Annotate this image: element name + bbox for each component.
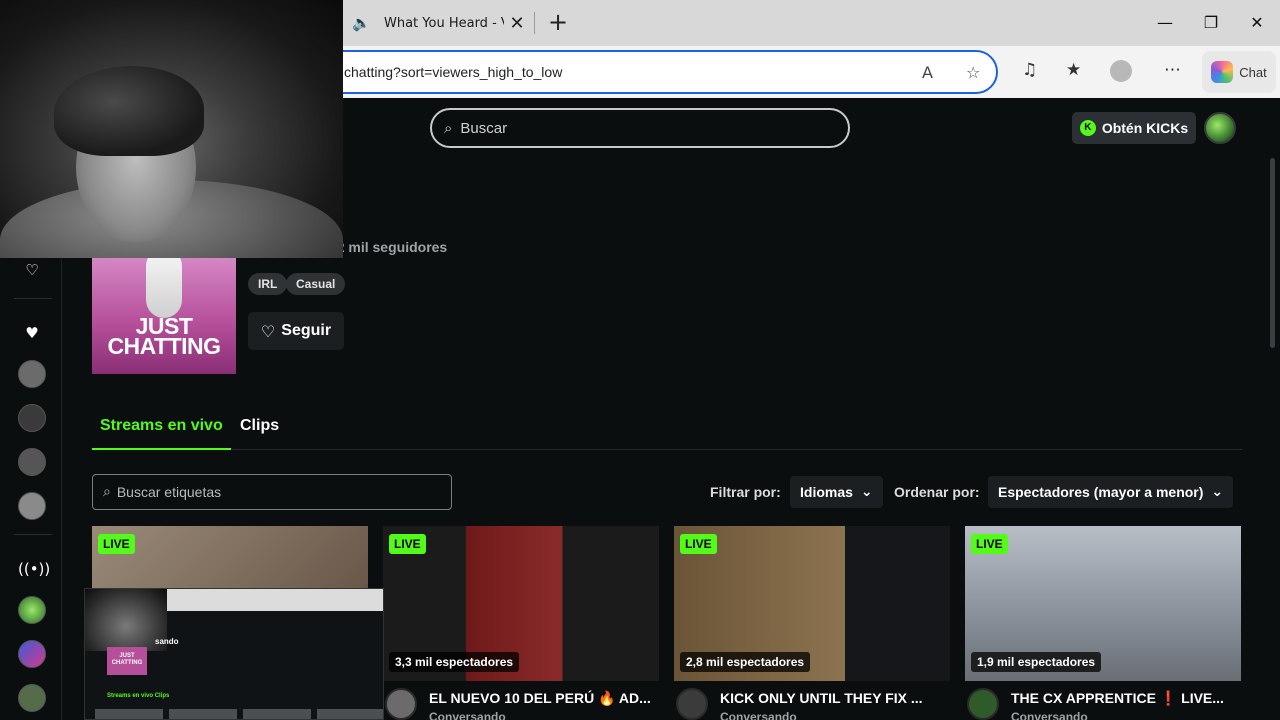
sidebar-channel-avatar[interactable] bbox=[18, 404, 46, 432]
tab-live-streams[interactable]: Streams en vivo bbox=[92, 416, 231, 450]
stream-card[interactable]: LIVE 1,9 mil espectadores THE CX APPRENT… bbox=[965, 526, 1241, 720]
viewer-count: 1,9 mil espectadores bbox=[971, 652, 1102, 672]
mini-category-title: sando bbox=[155, 637, 179, 646]
sort-value: Espectadores (mayor a menor) bbox=[998, 484, 1204, 500]
search-icon: ⌕ bbox=[444, 119, 453, 137]
webcam-overlay bbox=[0, 0, 343, 258]
sidebar-channel-avatar[interactable] bbox=[18, 448, 46, 476]
cover-text: JUST CHATTING bbox=[107, 313, 221, 359]
following-heart-icon[interactable]: ♡ bbox=[18, 256, 46, 284]
tag-casual[interactable]: Casual bbox=[286, 273, 346, 295]
viewer-count: 2,8 mil espectadores bbox=[680, 652, 811, 672]
live-badge: LIVE bbox=[98, 534, 135, 554]
copilot-icon bbox=[1211, 61, 1234, 83]
stream-title[interactable]: THE CX APPRENTICE ❗ LIVE... bbox=[1011, 690, 1237, 707]
microphone-image bbox=[146, 248, 182, 318]
stream-title[interactable]: KICK ONLY UNTIL THEY FIX ... bbox=[720, 690, 946, 706]
favorite-star-icon[interactable]: ☆ bbox=[966, 63, 980, 82]
follow-label: Seguir bbox=[281, 322, 332, 339]
stream-title[interactable]: EL NUEVO 10 DEL PERÚ 🔥 AD... bbox=[429, 690, 655, 707]
stream-category[interactable]: Conversando bbox=[1011, 710, 1088, 720]
minimize-icon[interactable]: — bbox=[1150, 8, 1180, 38]
mini-tabs: Streams en vivo Clips bbox=[107, 693, 170, 699]
sidebar-divider bbox=[14, 298, 52, 299]
sidebar-channel-avatar[interactable] bbox=[18, 640, 46, 668]
search-placeholder: Buscar bbox=[460, 119, 508, 137]
get-kicks-button[interactable]: K Obtén KICKs bbox=[1072, 112, 1196, 144]
search-icon: ⌕ bbox=[103, 484, 111, 500]
tab-clips[interactable]: Clips bbox=[232, 416, 287, 450]
viewer-count: 3,3 mil espectadores bbox=[389, 652, 520, 672]
stream-card[interactable]: LIVE 2,8 mil espectadores KICK ONLY UNTI… bbox=[674, 526, 950, 720]
live-badge: LIVE bbox=[971, 534, 1008, 554]
stream-category[interactable]: Conversando bbox=[720, 710, 797, 720]
webcam-person-cap bbox=[54, 66, 204, 156]
content-tabs: Streams en vivo Clips bbox=[92, 416, 1242, 450]
broadcast-icon[interactable]: ((•)) bbox=[18, 555, 50, 583]
user-avatar[interactable] bbox=[1204, 112, 1236, 144]
browser-tab[interactable]: 🔈 What You Heard - V ✕ bbox=[340, 0, 530, 46]
plus-icon[interactable]: + bbox=[544, 8, 572, 36]
streamer-avatar[interactable] bbox=[676, 688, 708, 720]
sidebar-channel-avatar[interactable] bbox=[18, 492, 46, 520]
close-icon[interactable]: ✕ bbox=[504, 13, 530, 34]
filter-label: Filtrar por: bbox=[710, 484, 781, 500]
tag-search-placeholder: Buscar etiquetas bbox=[116, 484, 222, 500]
close-window-icon[interactable]: ✕ bbox=[1242, 8, 1272, 38]
music-icon[interactable]: ♫ bbox=[1022, 60, 1037, 80]
language-filter-dropdown[interactable]: Idiomas ⌄ bbox=[790, 476, 883, 508]
live-badge: LIVE bbox=[389, 534, 426, 554]
page-scrollbar[interactable] bbox=[1270, 158, 1275, 348]
speaker-icon[interactable]: 🔈 bbox=[352, 14, 372, 32]
tag-search-input[interactable]: ⌕ Buscar etiquetas bbox=[92, 474, 452, 510]
kicks-icon: K bbox=[1079, 120, 1096, 136]
heart-outline-icon: ♡ bbox=[260, 321, 276, 341]
language-filter-label: Idiomas bbox=[800, 484, 853, 500]
live-badge: LIVE bbox=[680, 534, 717, 554]
sidebar-channel-avatar[interactable] bbox=[18, 596, 46, 624]
more-icon[interactable]: ⋯ bbox=[1164, 60, 1181, 80]
mini-cover: JUST CHATTING bbox=[107, 647, 147, 675]
address-bar[interactable]: chatting?sort=viewers_high_to_low A ☆ bbox=[320, 50, 998, 94]
mini-thumbnails bbox=[95, 709, 383, 719]
sidebar-channel-avatar[interactable] bbox=[18, 684, 46, 712]
stream-category[interactable]: Conversando bbox=[429, 710, 506, 720]
heart-icon[interactable]: ♥ bbox=[18, 319, 46, 347]
site-search-input[interactable]: ⌕ Buscar bbox=[430, 108, 850, 148]
profile-icon[interactable] bbox=[1110, 60, 1132, 82]
copilot-label: Chat bbox=[1239, 64, 1267, 80]
chevron-down-icon: ⌄ bbox=[1211, 484, 1224, 500]
stream-card[interactable]: LIVE 3,3 mil espectadores EL NUEVO 10 DE… bbox=[383, 526, 659, 720]
sort-label: Ordenar por: bbox=[894, 484, 980, 500]
streamer-avatar[interactable] bbox=[385, 688, 417, 720]
favorites-icon[interactable]: ★ bbox=[1066, 60, 1081, 80]
read-aloud-icon[interactable]: A bbox=[922, 63, 933, 82]
tab-separator bbox=[534, 12, 535, 34]
chevron-down-icon: ⌄ bbox=[860, 484, 873, 500]
restore-icon[interactable]: ❐ bbox=[1196, 8, 1226, 38]
sort-dropdown[interactable]: Espectadores (mayor a menor) ⌄ bbox=[988, 476, 1234, 508]
tag-irl[interactable]: IRL bbox=[248, 273, 288, 295]
sidebar-channel-avatar[interactable] bbox=[18, 360, 46, 388]
copilot-button[interactable]: Chat bbox=[1202, 51, 1276, 93]
follow-button[interactable]: ♡ Seguir bbox=[248, 312, 344, 350]
category-cover: JUST CHATTING bbox=[92, 248, 236, 374]
tab-title: What You Heard - V bbox=[384, 15, 504, 31]
url-text[interactable]: chatting?sort=viewers_high_to_low bbox=[344, 64, 562, 80]
streamer-avatar[interactable] bbox=[967, 688, 999, 720]
get-kicks-label: Obtén KICKs bbox=[1101, 120, 1189, 136]
screen-share-preview: JUST CHATTING sando Streams en vivo Clip… bbox=[84, 588, 384, 720]
sidebar-divider bbox=[14, 534, 52, 535]
